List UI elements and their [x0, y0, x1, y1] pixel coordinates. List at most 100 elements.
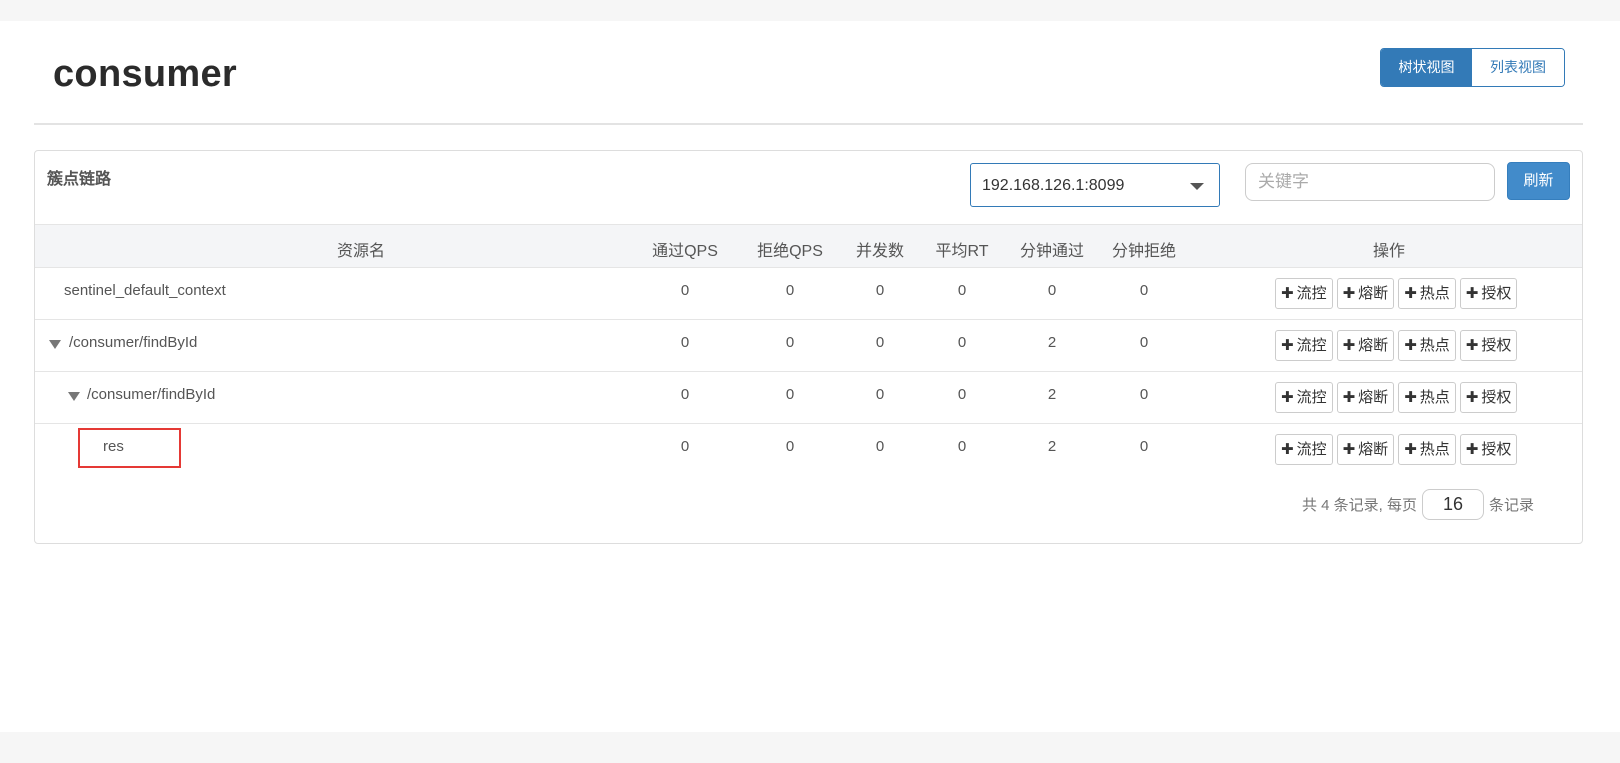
pass-qps: 0 [680, 386, 690, 403]
flow-rule-button[interactable]: ✚ 流控 [1275, 330, 1333, 361]
plus-icon: ✚ [1404, 337, 1417, 354]
authority-rule-label: 授权 [1481, 285, 1512, 302]
pagination: 共 4 条记录, 每页 条记录 [1302, 489, 1534, 520]
tree-view-button[interactable]: 树状视图 [1381, 49, 1472, 86]
degrade-rule-button[interactable]: ✚ 熔断 [1336, 434, 1395, 465]
plus-icon: ✚ [1465, 337, 1479, 354]
block-qps: 0 [785, 438, 795, 455]
table-header: 资源名 通过QPS 拒绝QPS 并发数 平均RT 分钟通过 分钟拒绝 操作 [35, 224, 1582, 268]
page-size-input[interactable] [1422, 489, 1485, 520]
header-resource-name: 资源名 [336, 243, 385, 260]
authority-rule-button[interactable]: ✚ 授权 [1459, 434, 1518, 465]
resource-name: sentinel_default_context [64, 282, 226, 299]
table-row: sentinel_default_context 0 0 0 0 0 0 ✚ 流控… [35, 268, 1582, 320]
param-flow-rule-button[interactable]: ✚ 热点 [1398, 278, 1456, 309]
degrade-rule-label: 熔断 [1358, 389, 1389, 406]
bottom-strip [0, 732, 1620, 763]
minute-block: 0 [1139, 438, 1149, 455]
resource-name: /consumer/findById [69, 334, 198, 351]
highlight-box [78, 428, 181, 468]
concurrency: 0 [875, 386, 885, 403]
list-view-button[interactable]: 列表视图 [1472, 49, 1564, 86]
plus-icon: ✚ [1465, 389, 1479, 406]
page-title: consumer [53, 53, 238, 95]
avg-rt: 0 [957, 334, 967, 351]
row-actions: ✚ 流控 ✚ 熔断 ✚ 热点 ✚ 授权 [1275, 278, 1518, 309]
degrade-rule-label: 熔断 [1358, 441, 1389, 458]
machine-select[interactable]: 192.168.126.1:8099 [970, 163, 1220, 207]
resource-panel: 簇点链路 192.168.126.1:8099 刷新 资源名 通过QPS 拒绝Q… [34, 150, 1583, 544]
table-row: /consumer/findById 0 0 0 0 2 0 ✚ 流控 ✚ 熔断 ✚… [35, 320, 1582, 372]
concurrency: 0 [875, 334, 885, 351]
table-row: /consumer/findById 0 0 0 0 2 0 ✚ 流控 ✚ 熔断 ✚… [35, 372, 1582, 424]
degrade-rule-button[interactable]: ✚ 熔断 [1336, 382, 1395, 413]
pass-qps: 0 [680, 438, 690, 455]
keyword-search-input[interactable] [1245, 163, 1495, 201]
avg-rt: 0 [957, 438, 967, 455]
param-flow-rule-label: 热点 [1419, 337, 1450, 354]
minute-block: 0 [1139, 334, 1149, 351]
table-row: res 0 0 0 0 2 0 ✚ 流控 ✚ 熔断 ✚ 热点 ✚ 授权 [35, 424, 1582, 476]
header-concurrency: 并发数 [855, 243, 904, 260]
avg-rt: 0 [957, 282, 967, 299]
panel-title: 簇点链路 [47, 171, 112, 188]
minute-pass: 2 [1047, 438, 1057, 455]
page-content: consumer 树状视图 列表视图 簇点链路 192.168.126.1:80… [0, 21, 1620, 732]
minute-pass: 2 [1047, 334, 1057, 351]
flow-rule-label: 流控 [1296, 389, 1327, 406]
row-actions: ✚ 流控 ✚ 熔断 ✚ 热点 ✚ 授权 [1275, 382, 1518, 413]
pass-qps: 0 [680, 282, 690, 299]
param-flow-rule-button[interactable]: ✚ 热点 [1398, 330, 1456, 361]
plus-icon: ✚ [1404, 389, 1417, 406]
block-qps: 0 [785, 386, 795, 403]
degrade-rule-button[interactable]: ✚ 熔断 [1336, 278, 1395, 309]
authority-rule-button[interactable]: ✚ 授权 [1459, 382, 1518, 413]
minute-block: 0 [1139, 386, 1149, 403]
param-flow-rule-label: 热点 [1419, 441, 1450, 458]
block-qps: 0 [785, 282, 795, 299]
minute-block: 0 [1139, 282, 1149, 299]
flow-rule-button[interactable]: ✚ 流控 [1275, 434, 1333, 465]
flow-rule-label: 流控 [1296, 337, 1327, 354]
header-actions: 操作 [1372, 243, 1405, 260]
authority-rule-label: 授权 [1481, 441, 1512, 458]
plus-icon: ✚ [1281, 337, 1294, 354]
plus-icon: ✚ [1342, 337, 1356, 354]
param-flow-rule-label: 热点 [1419, 389, 1450, 406]
plus-icon: ✚ [1465, 285, 1479, 302]
plus-icon: ✚ [1404, 441, 1417, 458]
flow-rule-label: 流控 [1296, 285, 1327, 302]
param-flow-rule-label: 热点 [1419, 285, 1450, 302]
flow-rule-button[interactable]: ✚ 流控 [1275, 382, 1333, 413]
header-block-qps: 拒绝QPS [757, 243, 823, 260]
header-avg-rt: 平均RT [935, 243, 989, 260]
param-flow-rule-button[interactable]: ✚ 热点 [1398, 382, 1456, 413]
degrade-rule-label: 熔断 [1358, 337, 1389, 354]
view-toggle: 树状视图 列表视图 [1380, 48, 1565, 87]
plus-icon: ✚ [1281, 441, 1294, 458]
pass-qps: 0 [680, 334, 690, 351]
refresh-button[interactable]: 刷新 [1507, 162, 1570, 200]
expand-triangle-icon[interactable] [49, 340, 61, 349]
authority-rule-label: 授权 [1481, 337, 1512, 354]
authority-rule-button[interactable]: ✚ 授权 [1459, 278, 1518, 309]
param-flow-rule-button[interactable]: ✚ 热点 [1398, 434, 1456, 465]
degrade-rule-button[interactable]: ✚ 熔断 [1336, 330, 1395, 361]
plus-icon: ✚ [1342, 285, 1356, 302]
minute-pass: 0 [1047, 282, 1057, 299]
pagination-suffix: 条记录 [1489, 497, 1535, 514]
header-minute-pass: 分钟通过 [1019, 243, 1084, 260]
plus-icon: ✚ [1342, 389, 1356, 406]
plus-icon: ✚ [1404, 285, 1417, 302]
plus-icon: ✚ [1281, 389, 1294, 406]
resource-name: res [103, 438, 124, 455]
plus-icon: ✚ [1342, 441, 1356, 458]
caret-down-icon [1190, 183, 1204, 190]
plus-icon: ✚ [1465, 441, 1479, 458]
machine-select-value: 192.168.126.1:8099 [982, 177, 1125, 194]
authority-rule-button[interactable]: ✚ 授权 [1459, 330, 1518, 361]
flow-rule-button[interactable]: ✚ 流控 [1275, 278, 1333, 309]
row-actions: ✚ 流控 ✚ 熔断 ✚ 热点 ✚ 授权 [1275, 434, 1518, 465]
header-pass-qps: 通过QPS [652, 243, 718, 260]
expand-triangle-icon[interactable] [68, 392, 80, 401]
